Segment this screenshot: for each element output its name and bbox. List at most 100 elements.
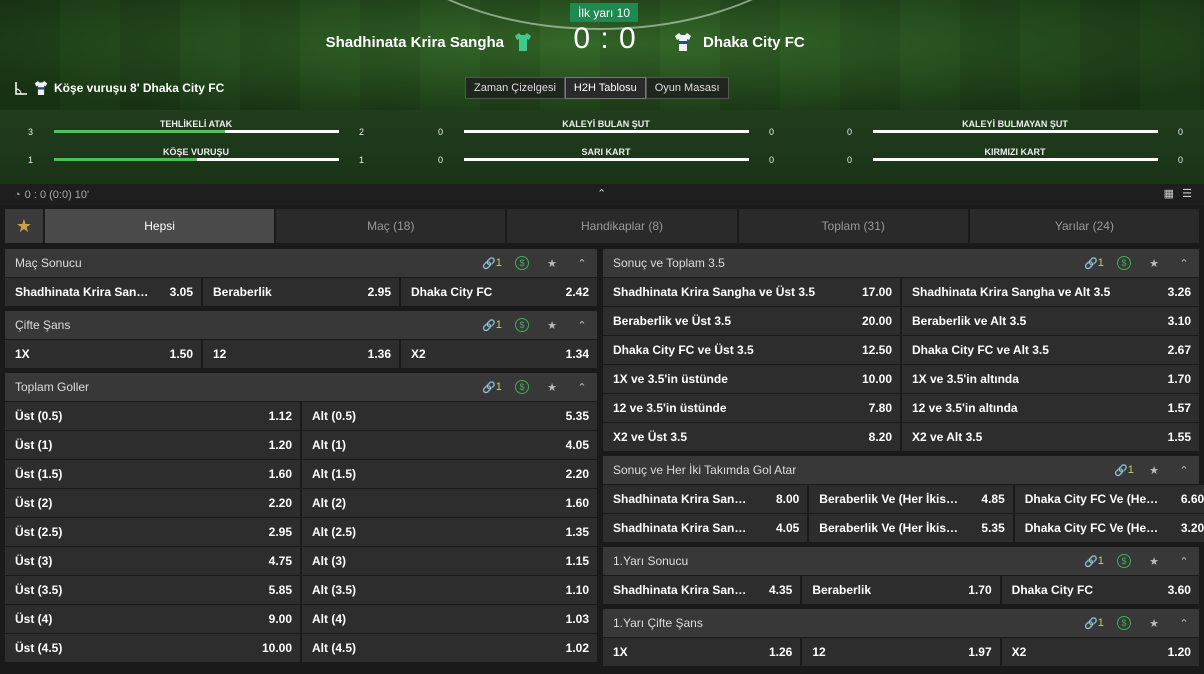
odds-button[interactable]: 1X ve 3.5'in altında 1.70 [902,365,1199,393]
odds-button[interactable]: Beraberlik 2.95 [203,278,399,306]
tab-game-table[interactable]: Oyun Masası [645,77,729,99]
cashout-icon[interactable]: $ [1109,609,1139,637]
favorite-star-icon[interactable]: ★ [537,249,567,277]
collapse-chevron-icon[interactable]: ⌃ [1169,547,1199,575]
odds-button[interactable]: Shadhinata Krira Sangha ve Üst 3.5 17.00 [603,278,900,306]
odds-button[interactable]: Üst (1) 1.20 [5,431,300,459]
tab-halves[interactable]: Yarılar (24) [969,209,1200,243]
favorite-star-icon[interactable]: ★ [537,373,567,401]
odds-button[interactable]: X2 1.20 [1001,638,1199,666]
collapse-chevron-icon[interactable]: ⌃ [567,311,597,339]
link-icon[interactable]: 🔗 1 [477,311,507,339]
cashout-icon[interactable]: $ [1109,547,1139,575]
odds-button[interactable]: 12 1.97 [802,638,1000,666]
tab-all[interactable]: Hepsi [45,209,275,243]
odds-button[interactable]: Üst (0.5) 1.12 [5,402,300,430]
odds-row: 12 ve 3.5'in üstünde 7.80 12 ve 3.5'in alt… [603,393,1199,422]
odds-button[interactable]: Alt (2.5) 1.35 [302,518,597,546]
link-icon[interactable]: 🔗 1 [1079,547,1109,575]
cashout-icon[interactable]: $ [507,373,537,401]
odds-button[interactable]: Beraberlik ve Üst 3.5 20.00 [603,307,900,335]
favorite-star-icon[interactable]: ★ [1139,456,1169,484]
market-header[interactable]: 1.Yarı Çifte Şans 🔗 1 $ ★ ⌃ [603,609,1199,637]
odds-button[interactable]: X2 1.34 [401,340,597,368]
odds-button[interactable]: Üst (3.5) 5.85 [5,576,300,604]
favorite-star-icon[interactable]: ★ [537,311,567,339]
odds-button[interactable]: 1X 1.26 [603,638,801,666]
odds-button[interactable]: Üst (4) 9.00 [5,605,300,633]
odds-button[interactable]: Alt (3) 1.15 [302,547,597,575]
odds-button[interactable]: Dhaka City FC 3.60 [1001,576,1199,604]
odds-button[interactable]: Üst (2) 2.20 [5,489,300,517]
odds-button[interactable]: Beraberlik Ve (Her İkisi De ... 5.35 [809,514,1013,542]
odds-button[interactable]: Beraberlik Ve (Her İkisi De ... 4.85 [809,485,1013,513]
market-header[interactable]: Sonuç ve Toplam 3.5 🔗 1 $ ★ ⌃ [603,249,1199,277]
odds-button[interactable]: Üst (4.5) 10.00 [5,634,300,662]
odds-button[interactable]: X2 ve Alt 3.5 1.55 [902,423,1199,451]
cashout-icon[interactable]: $ [507,249,537,277]
odds-button[interactable]: 1X 1.50 [5,340,201,368]
odds-button[interactable]: Dhaka City FC Ve (Her iki ... 3.20 [1014,514,1204,542]
odds-button[interactable]: Shadhinata Krira Sangha ve Alt 3.5 3.26 [902,278,1199,306]
collapse-chevron-icon[interactable]: ⌃ [567,249,597,277]
odds-button[interactable]: Dhaka City FC ve Alt 3.5 2.67 [902,336,1199,364]
market-header[interactable]: Toplam Goller 🔗 1 $ ★ ⌃ [5,373,597,401]
odds-button[interactable]: Beraberlik ve Alt 3.5 3.10 [902,307,1199,335]
odds-button[interactable]: 1X ve 3.5'in üstünde 10.00 [603,365,900,393]
cashout-icon[interactable]: $ [507,311,537,339]
link-icon[interactable]: 🔗 1 [1109,456,1139,484]
layout-toggle-icon[interactable]: ▦ [1164,187,1174,200]
favorite-star-icon[interactable]: ★ [1139,249,1169,277]
odds-button[interactable]: Üst (1.5) 1.60 [5,460,300,488]
odds-button[interactable]: Alt (4) 1.03 [302,605,597,633]
odds-button[interactable]: X2 ve Üst 3.5 8.20 [603,423,900,451]
collapse-chevron-icon[interactable]: ⌃ [597,187,606,200]
link-icon[interactable]: 🔗 1 [1079,609,1109,637]
odds-button[interactable]: Shadhinata Krira Sangha 4.35 [603,576,801,604]
tab-h2h[interactable]: H2H Tablosu [564,77,646,99]
favorite-star-icon[interactable]: ★ [1139,609,1169,637]
odds-button[interactable]: Alt (4.5) 1.02 [302,634,597,662]
odds-button[interactable]: 12 1.36 [203,340,399,368]
link-icon[interactable]: 🔗 1 [477,373,507,401]
odds-button[interactable]: Alt (0.5) 5.35 [302,402,597,430]
odds-button[interactable]: 12 ve 3.5'in üstünde 7.80 [603,394,900,422]
odds-button[interactable]: Shadhinata Krira Sangha 3.05 [5,278,201,306]
odds-button[interactable]: Shadhinata Krira Sangha V... 4.05 [603,514,808,542]
market-header[interactable]: Maç Sonucu 🔗 1 $ ★ ⌃ [5,249,597,277]
odds-value: 2.42 [565,285,589,299]
market-header[interactable]: Sonuç ve Her İki Takımda Gol Atar 🔗 1 ★ ⌃ [603,456,1199,484]
odds-button[interactable]: Dhaka City FC Ve (Her iki ... 6.60 [1014,485,1204,513]
market-header[interactable]: Çifte Şans 🔗 1 $ ★ ⌃ [5,311,597,339]
odds-button[interactable]: Dhaka City FC ve Üst 3.5 12.50 [603,336,900,364]
favorite-star-icon[interactable]: ★ [1139,547,1169,575]
link-icon[interactable]: 🔗 1 [1079,249,1109,277]
tab-timeline[interactable]: Zaman Çizelgesi [465,77,565,99]
odds-button[interactable]: Üst (3) 4.75 [5,547,300,575]
odds-button[interactable]: Alt (1.5) 2.20 [302,460,597,488]
link-icon[interactable]: 🔗 1 [477,249,507,277]
odds-button[interactable]: 12 ve 3.5'in altında 1.57 [902,394,1199,422]
odds-button[interactable]: Üst (2.5) 2.95 [5,518,300,546]
odds-button[interactable]: Alt (2) 1.60 [302,489,597,517]
tab-totals[interactable]: Toplam (31) [738,209,968,243]
favorites-star-icon[interactable]: ★ [5,209,43,243]
market-block: Çifte Şans 🔗 1 $ ★ ⌃ 1X 1.50 12 1.36 X2 1.34 [5,311,597,368]
collapse-chevron-icon[interactable]: ⌃ [1169,249,1199,277]
odds-button[interactable]: Alt (1) 4.05 [302,431,597,459]
odds-button[interactable]: Shadhinata Krira Sangha V... 8.00 [603,485,808,513]
odds-button[interactable]: Alt (3.5) 1.10 [302,576,597,604]
list-view-icon[interactable]: ☰ [1182,187,1192,200]
odds-row: X2 ve Üst 3.5 8.20 X2 ve Alt 3.5 1.55 [603,422,1199,451]
tab-handicaps[interactable]: Handikaplar (8) [507,209,737,243]
collapse-chevron-icon[interactable]: ⌃ [567,373,597,401]
cashout-icon[interactable]: $ [1109,249,1139,277]
collapse-chevron-icon[interactable]: ⌃ [1169,609,1199,637]
odds-button[interactable]: Beraberlik 1.70 [802,576,1000,604]
market-header[interactable]: 1.Yarı Sonucu 🔗 1 $ ★ ⌃ [603,547,1199,575]
collapse-chevron-icon[interactable]: ⌃ [1169,456,1199,484]
odds-value: 2.95 [268,525,292,539]
tab-match[interactable]: Maç (18) [276,209,506,243]
selection-name: Üst (1) [15,438,53,452]
odds-button[interactable]: Dhaka City FC 2.42 [401,278,597,306]
